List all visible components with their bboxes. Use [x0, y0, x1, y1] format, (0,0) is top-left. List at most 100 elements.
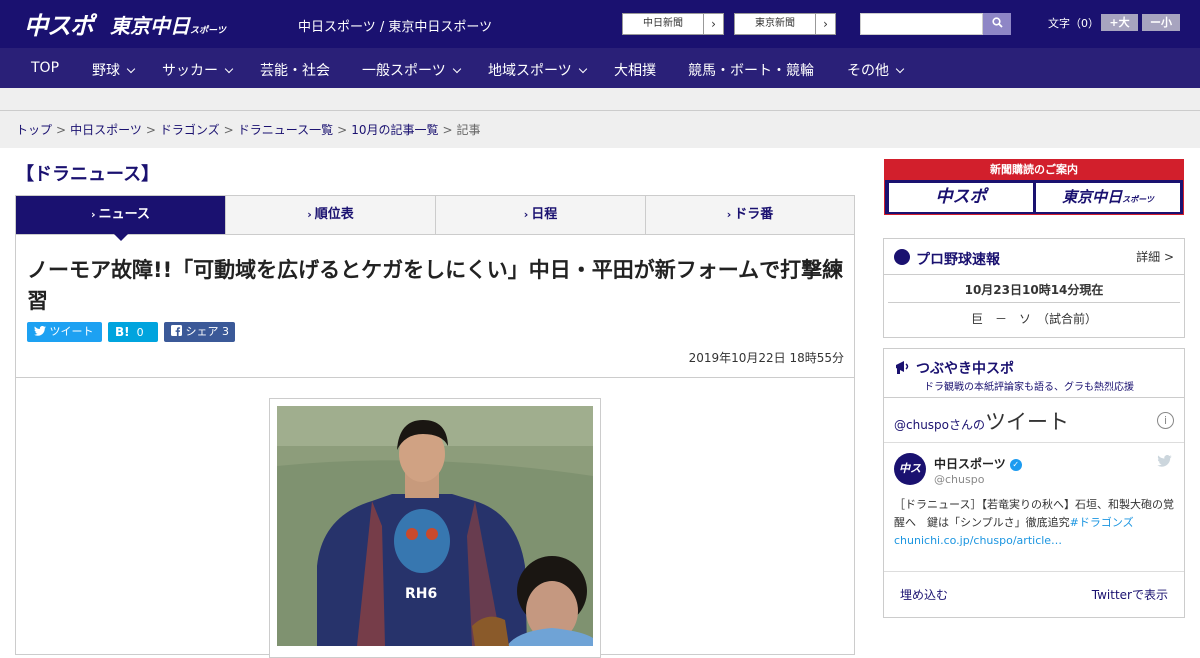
nav-item-baseball[interactable]: 野球 — [92, 60, 136, 80]
nav-label: サッカー — [162, 63, 218, 79]
main-nav: TOP 野球 サッカー 芸能・社会 一般スポーツ 地域スポーツ 大相撲 競馬・ボ… — [0, 48, 1200, 88]
breadcrumb-separator: > — [442, 123, 453, 137]
avatar[interactable]: 中スポ — [894, 453, 926, 507]
nav-item-other[interactable]: その他 — [847, 60, 905, 80]
tweet-label: ツイート — [49, 325, 94, 338]
baseball-scores-widget: プロ野球速報 詳細 > 10月23日10時14分現在 巨 － ソ （試合前） — [883, 238, 1185, 338]
facebook-share-label: シェア — [185, 325, 219, 338]
font-size-label: 文字（0） — [1048, 17, 1099, 30]
twitter-bird-icon — [1157, 454, 1172, 471]
game-score[interactable]: 巨 － ソ （試合前） — [884, 310, 1184, 327]
breadcrumb: トップ > 中日スポーツ > ドラゴンズ > ドラニュース一覧 >10月の記事一覧 > 記事 — [16, 121, 481, 138]
chuspo-logo[interactable]: 中スポ — [24, 6, 94, 41]
tokyo-shimbun-link[interactable]: 東京新聞 › — [734, 13, 836, 35]
embed-link[interactable]: 埋め込む — [900, 586, 948, 603]
tab-label: 順位表 — [314, 207, 354, 222]
subscribe-tokyo-chunichi-button[interactable]: 東京中日スポーツ — [1036, 183, 1180, 212]
breadcrumb-dragons[interactable]: ドラゴンズ — [160, 123, 220, 137]
breadcrumb-separator: > — [145, 123, 156, 137]
ext-link-label: 東京新聞 — [755, 18, 795, 29]
breadcrumb-current: 記事 — [456, 123, 481, 137]
nav-label: 大相撲 — [614, 63, 656, 79]
tweets-widget: つぶやき中スポ ドラ観戦の本紙評論家も語る、グラも熱烈応援 @chuspoさんの… — [883, 348, 1185, 618]
article: ノーモア故障!!「可動域を広げるとケガをしにくい」中日・平田が新フォームで打撃練… — [15, 235, 855, 658]
hatena-icon: B! — [115, 325, 130, 339]
breadcrumb-dora-news-list[interactable]: ドラニュース一覧 — [238, 123, 333, 137]
tweets-subtitle: ドラ観戦の本紙評論家も語る、グラも熱烈応援 — [924, 382, 1134, 393]
scores-details-link[interactable]: 詳細 > — [1136, 248, 1174, 265]
breadcrumb-separator: > — [56, 123, 67, 137]
search-icon — [991, 17, 1003, 31]
facebook-share-count: 3 — [222, 325, 229, 338]
divider — [0, 110, 1200, 111]
breadcrumb-separator: > — [337, 123, 348, 137]
divider — [884, 571, 1184, 572]
tab-news[interactable]: › ニュース — [16, 196, 226, 241]
hatena-bookmark-button[interactable]: B! 0 — [108, 322, 158, 342]
nav-item-sumo[interactable]: 大相撲 — [614, 60, 656, 80]
breadcrumb-october-list[interactable]: 10月の記事一覧 — [351, 123, 438, 137]
nav-item-regional-sports[interactable]: 地域スポーツ — [488, 60, 587, 80]
breadcrumb-chunichi-sports[interactable]: 中日スポーツ — [70, 123, 142, 137]
tab-standings[interactable]: › 順位表 — [226, 196, 436, 234]
breadcrumb-top[interactable]: トップ — [16, 123, 52, 137]
timeline-handle-link[interactable]: @chuspo — [894, 418, 949, 432]
scores-title: プロ野球速報 — [916, 252, 1000, 268]
photo-illustration: RH6 — [277, 406, 593, 646]
chunichi-shimbun-link[interactable]: 中日新聞 › — [622, 13, 724, 35]
tab-label: ニュース — [98, 207, 150, 222]
tab-schedule[interactable]: › 日程 — [436, 196, 646, 234]
tweet-button[interactable]: ツイート — [27, 322, 102, 342]
chevron-down-icon — [895, 64, 905, 74]
top-header: 中スポ 東京中日スポーツ 中日スポーツ / 東京中日スポーツ 中日新聞 › 東京新… — [0, 0, 1200, 48]
timeline-label: ツイート — [985, 410, 1070, 434]
font-smaller-button[interactable]: ー小 — [1142, 14, 1180, 31]
twitter-bird-icon — [34, 325, 50, 338]
site-name: 中日スポーツ / 東京中日スポーツ — [298, 20, 493, 35]
divider — [884, 397, 1184, 398]
subscription-banner[interactable]: 新聞購読のご案内 中スポ 東京中日スポーツ — [884, 159, 1184, 215]
section-title: 【ドラニュース】 — [16, 164, 160, 185]
scores-timestamp: 10月23日10時14分現在 — [964, 283, 1104, 297]
nav-label: 野球 — [92, 63, 120, 79]
nav-item-general-sports[interactable]: 一般スポーツ — [362, 60, 461, 80]
nav-item-soccer[interactable]: サッカー — [162, 60, 234, 80]
info-icon[interactable]: i — [1157, 412, 1174, 429]
font-larger-button[interactable]: +大 — [1101, 14, 1138, 31]
nav-label: TOP — [31, 60, 60, 76]
tab-beat-reporter[interactable]: › ドラ番 — [646, 196, 854, 234]
timeline-header: @chuspoさんのツイート — [894, 406, 1069, 436]
article-headline: ノーモア故障!!「可動域を広げるとケガをしにくい」中日・平田が新フォームで打撃練… — [27, 258, 844, 313]
hatena-count: 0 — [136, 326, 144, 339]
divider — [888, 302, 1180, 303]
user-name-text: 中日スポーツ — [934, 457, 1006, 471]
tweet-user-name[interactable]: 中日スポーツ ✓ — [934, 455, 1022, 472]
subscription-banner-title: 新聞購読のご案内 — [885, 160, 1183, 180]
chevron-down-icon — [224, 64, 234, 74]
tokyo-chunichi-logo-suffix: スポーツ — [190, 26, 226, 36]
timeline-suffix: さんの — [949, 418, 986, 432]
subscribe-chuspo-button[interactable]: 中スポ — [889, 183, 1033, 212]
photo-image: RH6 — [277, 406, 593, 646]
nav-item-entertainment[interactable]: 芸能・社会 — [260, 60, 330, 80]
search-form — [860, 13, 1011, 35]
article-date: 2019年10月22日 18時55分 — [688, 351, 844, 365]
search-button[interactable] — [983, 13, 1011, 35]
subscribe-button-text: 東京中日 — [1062, 188, 1123, 206]
verified-badge-icon: ✓ — [1009, 458, 1022, 471]
search-input[interactable] — [860, 13, 983, 35]
nav-item-keiba[interactable]: 競馬・ボート・競輪 — [688, 60, 814, 80]
view-on-twitter-link[interactable]: Twitterで表示 — [1092, 586, 1168, 603]
facebook-share-button[interactable]: シェア 3 — [164, 322, 235, 342]
ext-link-label: 中日新聞 — [643, 18, 683, 29]
chevron-down-icon — [578, 64, 587, 74]
megaphone-icon — [894, 358, 912, 380]
tokyo-chunichi-logo-text: 東京中日 — [110, 14, 190, 38]
breadcrumb-bar — [0, 88, 1200, 148]
nav-label: 競馬・ボート・競輪 — [688, 63, 814, 79]
tweet-user-handle[interactable]: @chuspo — [934, 473, 984, 486]
tab-label: ドラ番 — [734, 207, 774, 222]
tokyo-chunichi-logo[interactable]: 東京中日スポーツ — [110, 10, 226, 39]
chevron-right-icon: › — [703, 14, 723, 34]
nav-item-top[interactable]: TOP — [31, 60, 59, 76]
